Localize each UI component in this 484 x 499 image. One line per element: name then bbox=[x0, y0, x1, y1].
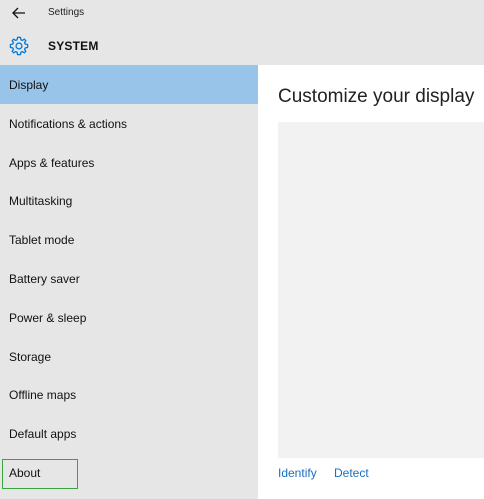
window-title: Settings bbox=[48, 7, 85, 18]
sidebar-item-label: Tablet mode bbox=[9, 232, 75, 247]
sidebar-item-label: Multitasking bbox=[9, 193, 73, 208]
back-arrow-icon bbox=[12, 7, 25, 19]
sidebar-item-label: Storage bbox=[9, 349, 52, 364]
sidebar-item-tablet-mode[interactable]: Tablet mode bbox=[0, 220, 258, 259]
sidebar-item-multitasking[interactable]: Multitasking bbox=[0, 181, 258, 220]
sidebar-item-label: Default apps bbox=[9, 426, 77, 441]
sidebar: Display Notifications & actions Apps & f… bbox=[0, 65, 258, 499]
sidebar-item-power-sleep[interactable]: Power & sleep bbox=[0, 298, 258, 337]
gear-icon bbox=[9, 36, 29, 56]
sidebar-item-label: Offline maps bbox=[9, 387, 77, 402]
sidebar-item-label: Display bbox=[9, 77, 49, 92]
sidebar-item-storage[interactable]: Storage bbox=[0, 337, 258, 376]
section-title: SYSTEM bbox=[48, 39, 99, 53]
identify-link[interactable]: Identify bbox=[278, 466, 317, 480]
content-pane: Customize your display Identify Detect bbox=[258, 65, 484, 499]
display-arrangement-area[interactable] bbox=[278, 122, 484, 458]
sidebar-item-default-apps[interactable]: Default apps bbox=[0, 414, 258, 453]
sidebar-item-label: Power & sleep bbox=[9, 310, 87, 325]
sidebar-item-label: Notifications & actions bbox=[9, 116, 128, 131]
page-title: Customize your display bbox=[278, 86, 475, 107]
back-button[interactable] bbox=[8, 3, 30, 23]
sidebar-item-apps-features[interactable]: Apps & features bbox=[0, 143, 258, 182]
sidebar-item-display[interactable]: Display bbox=[0, 65, 258, 104]
sidebar-item-label: Apps & features bbox=[9, 155, 95, 170]
sidebar-item-about[interactable]: About bbox=[0, 453, 258, 492]
detect-link[interactable]: Detect bbox=[334, 466, 369, 480]
sidebar-item-label: Battery saver bbox=[9, 271, 80, 286]
sidebar-item-offline-maps[interactable]: Offline maps bbox=[0, 375, 258, 414]
sidebar-item-battery-saver[interactable]: Battery saver bbox=[0, 259, 258, 298]
sidebar-item-notifications-actions[interactable]: Notifications & actions bbox=[0, 104, 258, 143]
sidebar-item-label: About bbox=[9, 465, 41, 480]
title-bar: Settings bbox=[0, 0, 484, 27]
page-header: SYSTEM bbox=[0, 27, 484, 65]
